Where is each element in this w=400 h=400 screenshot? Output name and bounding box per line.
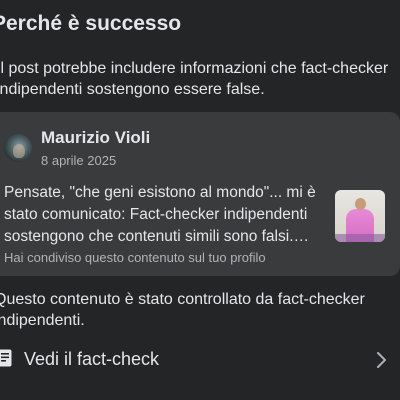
intro-text: Il post potrebbe includere informazioni … [0,60,389,98]
document-icon [0,349,12,367]
checked-text: Questo contenuto è stato controllato da … [0,291,365,329]
post-text: Pensate, "che geni esistono al mondo"...… [4,184,316,245]
chevron-right-icon [377,352,386,368]
see-fact-check-button[interactable]: Vedi il fact-check [0,342,400,378]
thumbnail-figure-head [355,198,366,210]
section-title: Perché è successo [0,12,182,35]
see-fact-check-label: Vedi il fact-check [24,349,160,369]
author-avatar[interactable] [4,134,32,162]
post-author[interactable]: Maurizio Violi [41,128,150,148]
shared-post-card[interactable]: Maurizio Violi 8 aprile 2025 Pensate, "c… [0,112,400,276]
why-it-happened-screen: Perché è successo Il post potrebbe inclu… [0,0,400,400]
post-date: 8 aprile 2025 [41,153,117,168]
shared-note: Hai condiviso questo contenuto sul tuo p… [4,250,266,265]
post-thumbnail[interactable] [335,190,385,242]
thumbnail-floor [335,234,385,242]
